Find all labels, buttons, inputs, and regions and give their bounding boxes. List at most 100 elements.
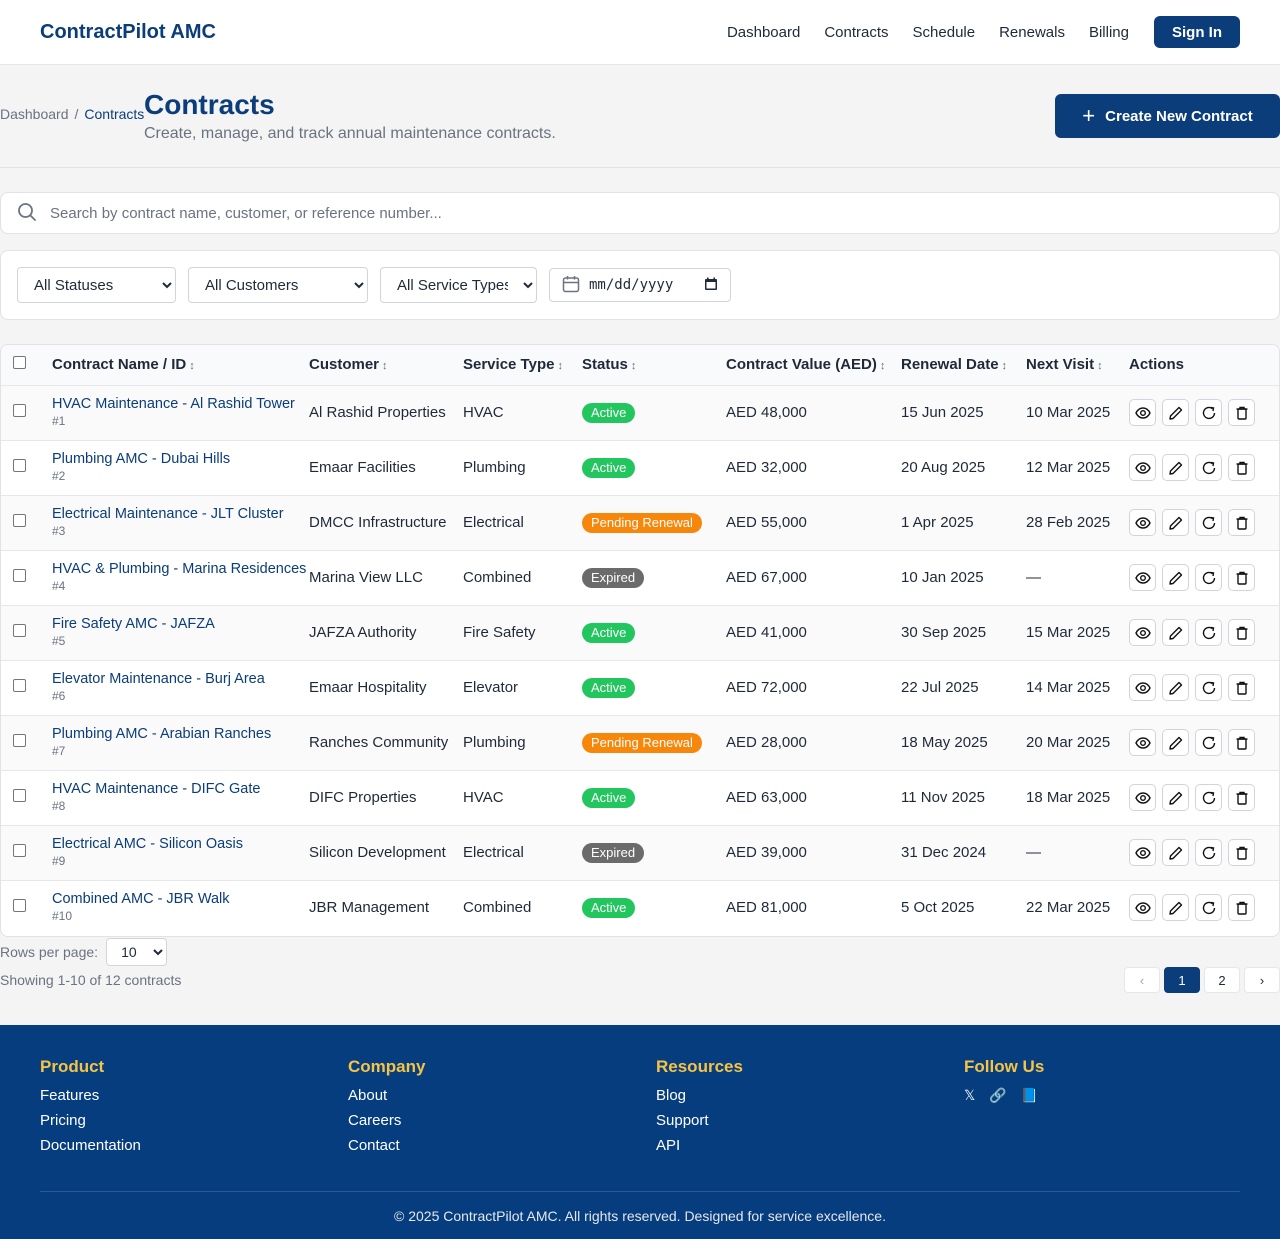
- row-checkbox[interactable]: [13, 624, 26, 637]
- renew-button[interactable]: [1195, 619, 1222, 646]
- delete-button[interactable]: [1228, 784, 1255, 811]
- status-filter[interactable]: All Statuses: [17, 267, 176, 303]
- rows-per-page-select[interactable]: 10: [106, 938, 168, 966]
- renew-button[interactable]: [1195, 784, 1222, 811]
- date-picker-icon[interactable]: [704, 277, 718, 294]
- footer-link-blog[interactable]: Blog: [656, 1087, 743, 1104]
- view-button[interactable]: [1129, 619, 1156, 646]
- edit-button[interactable]: [1162, 619, 1189, 646]
- next-page-button[interactable]: ›: [1244, 967, 1280, 993]
- prev-page-button[interactable]: ‹: [1124, 967, 1160, 993]
- nav-billing[interactable]: Billing: [1089, 24, 1129, 41]
- table-row[interactable]: Electrical Maintenance - JLT Cluster #3 DM…: [1, 494, 1279, 550]
- create-contract-button[interactable]: + Create New Contract: [1055, 94, 1280, 138]
- edit-button[interactable]: [1162, 564, 1189, 591]
- row-checkbox[interactable]: [13, 734, 26, 747]
- col-next-visit[interactable]: Next Visit ↕: [1026, 345, 1129, 385]
- table-row[interactable]: Plumbing AMC - Arabian Ranches #7 Ranches …: [1, 714, 1279, 770]
- delete-button[interactable]: [1228, 399, 1255, 426]
- col-customer[interactable]: Customer ↕: [309, 345, 463, 385]
- footer-link-support[interactable]: Support: [656, 1112, 743, 1129]
- table-row[interactable]: Elevator Maintenance - Burj Area #6 Emaar …: [1, 659, 1279, 715]
- col-value[interactable]: Contract Value (AED) ↕: [726, 345, 901, 385]
- view-button[interactable]: [1129, 564, 1156, 591]
- footer-link-careers[interactable]: Careers: [348, 1112, 425, 1129]
- contract-name-link[interactable]: Plumbing AMC - Dubai Hills: [52, 451, 309, 467]
- delete-button[interactable]: [1228, 619, 1255, 646]
- breadcrumb-dashboard[interactable]: Dashboard: [0, 106, 69, 122]
- view-button[interactable]: [1129, 509, 1156, 536]
- table-row[interactable]: Plumbing AMC - Dubai Hills #2 Emaar Facili…: [1, 439, 1279, 495]
- renew-button[interactable]: [1195, 729, 1222, 756]
- renew-button[interactable]: [1195, 839, 1222, 866]
- footer-link-about[interactable]: About: [348, 1087, 425, 1104]
- delete-button[interactable]: [1228, 894, 1255, 922]
- date-filter[interactable]: mm/dd/yyyy: [549, 268, 731, 302]
- edit-button[interactable]: [1162, 674, 1189, 701]
- table-row[interactable]: Electrical AMC - Silicon Oasis #9 Silicon …: [1, 824, 1279, 880]
- contract-name-link[interactable]: HVAC Maintenance - Al Rashid Tower: [52, 396, 309, 412]
- row-checkbox[interactable]: [13, 789, 26, 802]
- edit-button[interactable]: [1162, 839, 1189, 866]
- renew-button[interactable]: [1195, 399, 1222, 426]
- renew-button[interactable]: [1195, 894, 1222, 922]
- view-button[interactable]: [1129, 454, 1156, 481]
- contract-name-link[interactable]: Combined AMC - JBR Walk: [52, 891, 309, 907]
- row-checkbox[interactable]: [13, 459, 26, 472]
- select-all-checkbox[interactable]: [13, 356, 26, 370]
- page-button-2[interactable]: 2: [1204, 967, 1240, 993]
- sign-in-button[interactable]: Sign In: [1154, 16, 1240, 48]
- nav-dashboard[interactable]: Dashboard: [727, 24, 800, 41]
- footer-link-api[interactable]: API: [656, 1137, 743, 1154]
- link-icon[interactable]: 🔗: [989, 1087, 1006, 1104]
- delete-button[interactable]: [1228, 729, 1255, 756]
- delete-button[interactable]: [1228, 454, 1255, 481]
- view-button[interactable]: [1129, 839, 1156, 866]
- renew-button[interactable]: [1195, 674, 1222, 701]
- contract-name-link[interactable]: Elevator Maintenance - Burj Area: [52, 671, 309, 687]
- search-input[interactable]: [50, 194, 1279, 232]
- row-checkbox[interactable]: [13, 514, 26, 527]
- edit-button[interactable]: [1162, 399, 1189, 426]
- view-button[interactable]: [1129, 784, 1156, 811]
- renew-button[interactable]: [1195, 564, 1222, 591]
- view-button[interactable]: [1129, 399, 1156, 426]
- footer-link-features[interactable]: Features: [40, 1087, 141, 1104]
- contract-name-link[interactable]: Electrical AMC - Silicon Oasis: [52, 836, 309, 852]
- col-service-type[interactable]: Service Type ↕: [463, 345, 582, 385]
- nav-renewals[interactable]: Renewals: [999, 24, 1065, 41]
- delete-button[interactable]: [1228, 839, 1255, 866]
- edit-button[interactable]: [1162, 454, 1189, 481]
- delete-button[interactable]: [1228, 674, 1255, 701]
- row-checkbox[interactable]: [13, 844, 26, 857]
- col-status[interactable]: Status ↕: [582, 345, 726, 385]
- contract-name-link[interactable]: Electrical Maintenance - JLT Cluster: [52, 506, 309, 522]
- col-renewal-date[interactable]: Renewal Date ↕: [901, 345, 1026, 385]
- nav-schedule[interactable]: Schedule: [913, 24, 976, 41]
- row-checkbox[interactable]: [13, 899, 26, 913]
- table-row[interactable]: Fire Safety AMC - JAFZA #5 JAFZA Authority…: [1, 604, 1279, 660]
- table-row[interactable]: HVAC Maintenance - Al Rashid Tower #1 Al R…: [1, 384, 1279, 440]
- service-type-filter[interactable]: All Service Types: [380, 267, 537, 303]
- table-row[interactable]: HVAC & Plumbing - Marina Residences #4 Mar…: [1, 549, 1279, 605]
- renew-button[interactable]: [1195, 509, 1222, 536]
- nav-contracts[interactable]: Contracts: [824, 24, 888, 41]
- x-icon[interactable]: 𝕏: [964, 1087, 975, 1104]
- col-name[interactable]: Contract Name / ID ↕: [39, 345, 309, 385]
- delete-button[interactable]: [1228, 509, 1255, 536]
- page-button-1[interactable]: 1: [1164, 967, 1200, 993]
- delete-button[interactable]: [1228, 564, 1255, 591]
- edit-button[interactable]: [1162, 509, 1189, 536]
- row-checkbox[interactable]: [13, 404, 26, 417]
- customer-filter[interactable]: All Customers: [188, 267, 368, 303]
- brand-logo[interactable]: ContractPilot AMC: [40, 21, 216, 44]
- row-checkbox[interactable]: [13, 679, 26, 692]
- view-button[interactable]: [1129, 729, 1156, 756]
- contract-name-link[interactable]: HVAC Maintenance - DIFC Gate: [52, 781, 309, 797]
- contract-name-link[interactable]: Plumbing AMC - Arabian Ranches: [52, 726, 309, 742]
- contract-name-link[interactable]: Fire Safety AMC - JAFZA: [52, 616, 309, 632]
- row-checkbox[interactable]: [13, 569, 26, 582]
- view-button[interactable]: [1129, 674, 1156, 701]
- edit-button[interactable]: [1162, 729, 1189, 756]
- renew-button[interactable]: [1195, 454, 1222, 481]
